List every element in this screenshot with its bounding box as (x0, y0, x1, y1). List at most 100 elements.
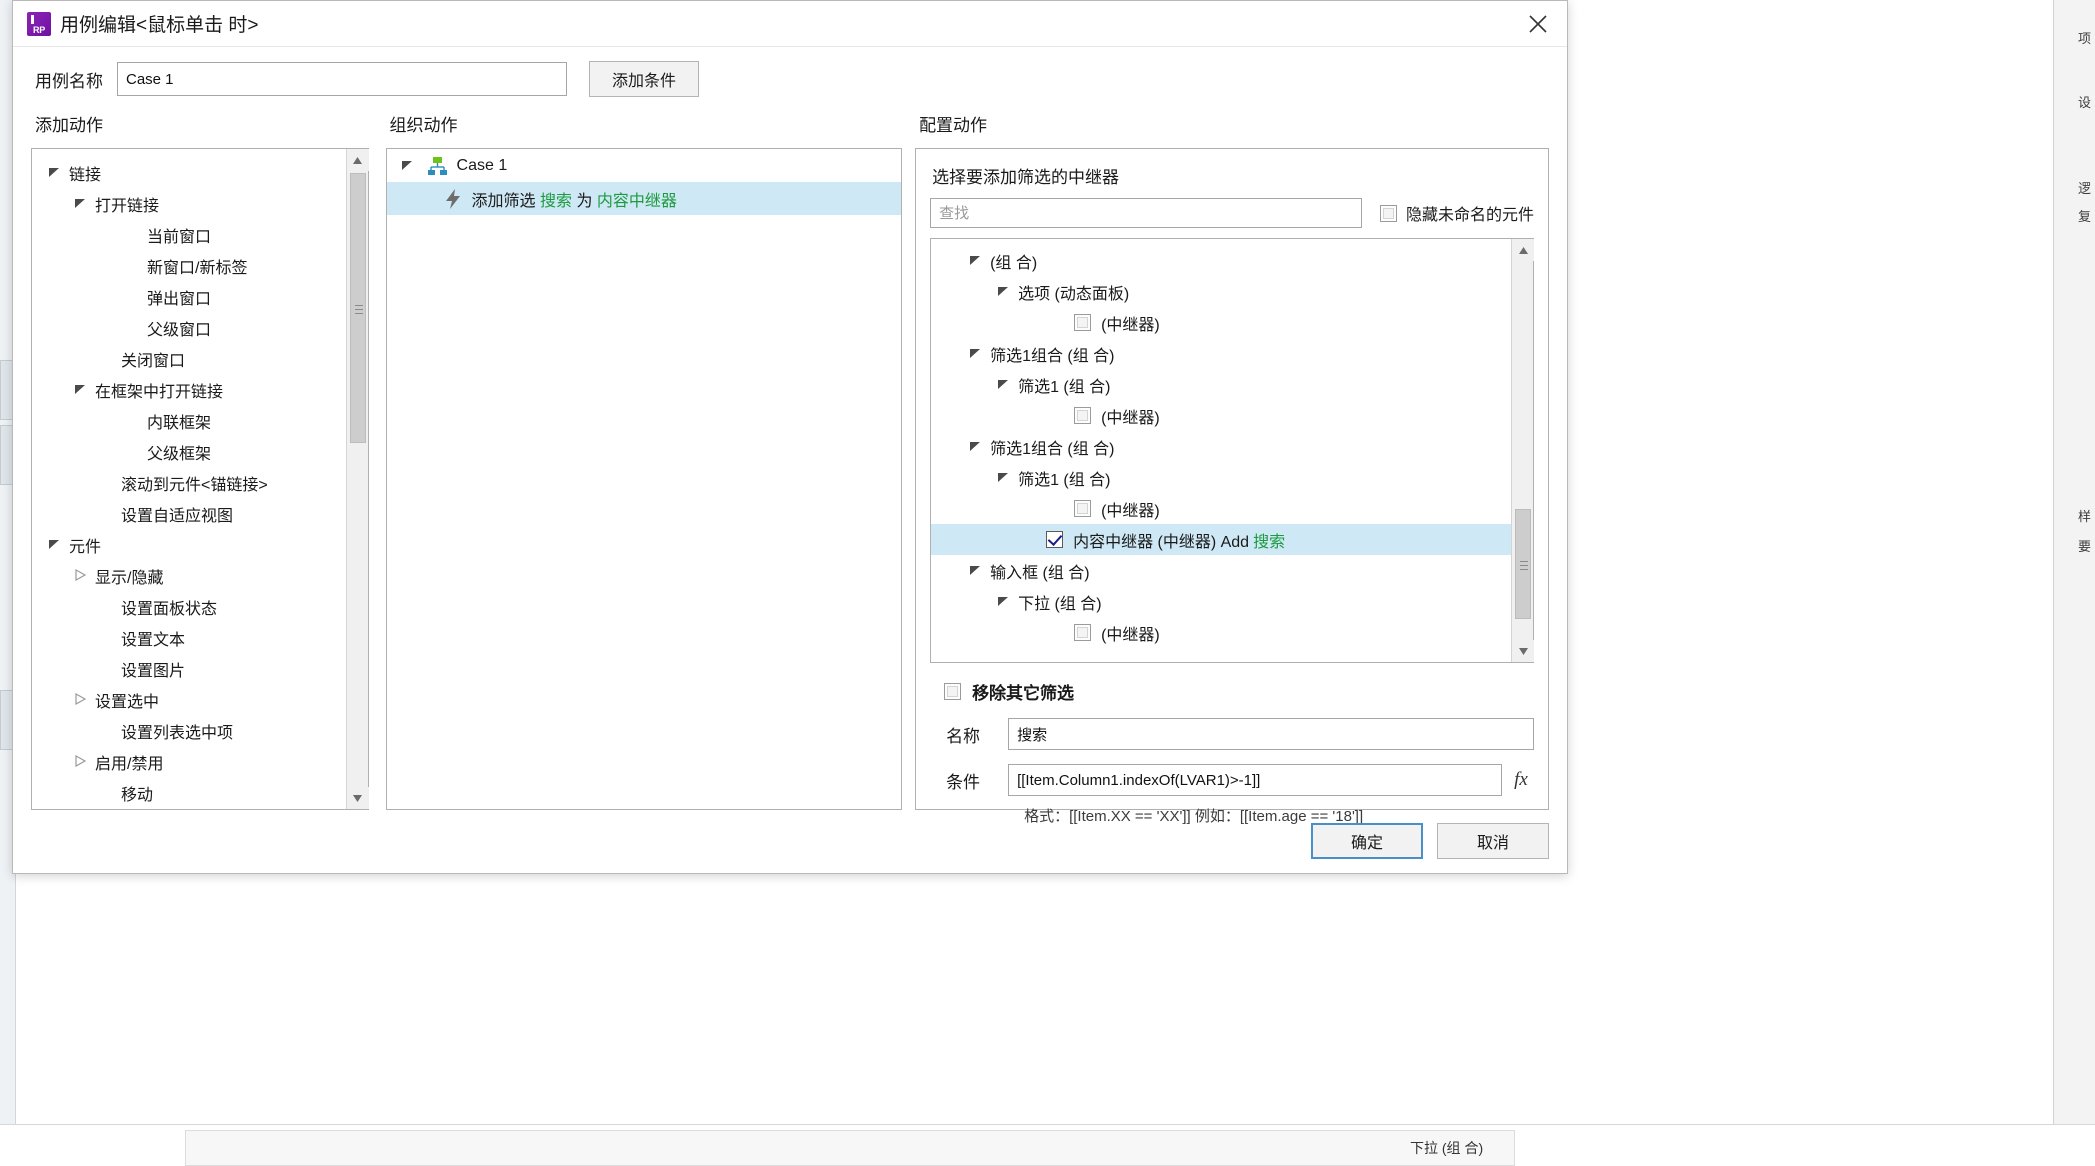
repeater-item-checkbox[interactable] (1074, 314, 1092, 331)
add-action-tree-item[interactable]: 显示/隐藏 (32, 560, 346, 591)
chevron-down-icon[interactable] (74, 383, 88, 397)
add-action-tree-item[interactable]: 设置自适应视图 (32, 498, 346, 529)
chevron-right-icon[interactable] (74, 754, 88, 769)
repeater-tree-item[interactable]: 筛选1 (组 合) (931, 369, 1511, 400)
filter-name-label: 名称 (946, 726, 981, 746)
close-icon[interactable] (1515, 6, 1561, 42)
hide-unnamed-checkbox[interactable] (1379, 204, 1397, 222)
add-action-tree-item[interactable]: 打开链接 (32, 188, 346, 219)
repeater-tree-item[interactable]: (中继器) (931, 400, 1511, 431)
case-tree-root-row[interactable]: Case 1 (387, 149, 902, 182)
add-action-tree-item[interactable]: 设置选中 (32, 684, 346, 715)
repeater-tree-item[interactable]: 筛选1组合 (组 合) (931, 338, 1511, 369)
chevron-down-icon[interactable] (74, 197, 88, 211)
remove-other-filters-checkbox[interactable] (944, 683, 962, 700)
filter-condition-input[interactable] (1008, 764, 1502, 796)
chevron-down-icon[interactable] (48, 166, 62, 180)
repeater-tree-item[interactable]: 内容中继器 (中继器) Add 搜索 (931, 524, 1511, 555)
repeater-tree-item-label: (中继器) (1101, 502, 1160, 520)
add-action-tree[interactable]: 链接打开链接当前窗口新窗口/新标签 弹出窗口 父级窗口 关闭窗口 在框架中打开链接 内联框… (32, 149, 346, 809)
repeater-tree-item[interactable]: (中继器) (931, 493, 1511, 524)
repeater-tree-item-label: 输入框 (组 合) (990, 564, 1090, 582)
case-tree-root-label: Case 1 (456, 156, 508, 174)
repeater-scrollbar[interactable] (1511, 239, 1534, 662)
add-action-scrollbar[interactable] (345, 149, 369, 809)
case-name-label: 用例名称 (35, 71, 103, 91)
repeater-tree-item[interactable]: (中继器) (931, 307, 1511, 338)
repeater-tree-item[interactable]: 输入框 (组 合) (931, 555, 1511, 586)
add-action-tree-item[interactable]: 当前窗口 (32, 219, 346, 250)
add-action-tree-item[interactable]: 元件 (32, 529, 346, 560)
scroll-up-icon[interactable] (1512, 239, 1534, 261)
chevron-right-icon[interactable] (74, 692, 88, 707)
add-action-tree-item-label: 设置选中 (95, 693, 160, 711)
case-name-input[interactable] (117, 62, 567, 96)
add-action-tree-item[interactable]: 设置图片 (32, 653, 346, 684)
add-action-tree-item[interactable]: 设置列表选中项 (32, 715, 346, 746)
add-action-tree-item-label: 当前窗口 (147, 228, 212, 246)
chevron-down-icon[interactable] (997, 595, 1011, 609)
chevron-down-icon[interactable] (401, 159, 415, 173)
add-action-tree-item[interactable]: 在框架中打开链接 (32, 374, 346, 405)
scroll-down-icon[interactable] (346, 787, 369, 809)
repeater-tree-item[interactable]: 筛选1组合 (组 合) (931, 431, 1511, 462)
filter-name-input[interactable] (1008, 718, 1534, 750)
add-action-tree-item[interactable]: 启用/禁用 (32, 746, 346, 777)
add-condition-button[interactable]: 添加条件 (589, 61, 699, 97)
background-right-label: 复 (2077, 209, 2091, 224)
chevron-down-icon[interactable] (969, 440, 983, 454)
remove-other-filters-label: 移除其它筛选 (972, 684, 1075, 703)
fx-icon[interactable]: fx (1508, 769, 1534, 791)
add-action-tree-item[interactable]: 设置面板状态 (32, 591, 346, 622)
add-action-tree-item-label: 设置列表选中项 (121, 724, 234, 742)
repeater-tree-item-label: 筛选1 (组 合) (1018, 378, 1111, 396)
add-action-tree-item[interactable]: 内联框架 (32, 405, 346, 436)
repeater-tree-item[interactable]: 筛选1 (组 合) (931, 462, 1511, 493)
repeater-item-checkbox[interactable] (1046, 531, 1064, 548)
add-action-tree-item[interactable]: 父级框架 (32, 436, 346, 467)
add-action-tree-item[interactable]: 新窗口/新标签 (32, 250, 346, 281)
add-action-tree-item[interactable]: 链接 (32, 157, 346, 188)
repeater-tree-item-label: 内容中继器 (中继器) Add (1073, 533, 1250, 551)
dialog-footer: 确定 取消 (1311, 823, 1549, 859)
filter-condition-label: 条件 (946, 772, 981, 792)
add-action-tree-item-label: 链接 (69, 166, 102, 184)
repeater-item-checkbox[interactable] (1074, 407, 1092, 424)
repeater-item-checkbox[interactable] (1074, 624, 1092, 641)
add-action-tree-item[interactable]: 父级窗口 (32, 312, 346, 343)
chevron-down-icon[interactable] (969, 564, 983, 578)
repeater-tree-panel: (组 合) 选项 (动态面板) (中继器) 筛选1组合 (组 合) 筛选1 (组 合) (… (930, 238, 1534, 663)
repeater-tree-item[interactable]: (组 合) (931, 245, 1511, 276)
remove-other-filters-row[interactable]: 移除其它筛选 (930, 679, 1534, 704)
add-action-tree-item[interactable]: 设置文本 (32, 622, 346, 653)
scroll-down-icon[interactable] (1512, 640, 1534, 662)
hide-unnamed-label: 隐藏未命名的元件 (1405, 207, 1534, 224)
chevron-down-icon[interactable] (997, 471, 1011, 485)
organize-action-row[interactable]: 添加筛选 搜索 为 内容中继器 (386, 182, 902, 215)
chevron-down-icon[interactable] (969, 254, 983, 268)
hide-unnamed-checkbox-wrapper[interactable]: 隐藏未命名的元件 (1379, 201, 1534, 225)
repeater-item-checkbox[interactable] (1074, 500, 1092, 517)
add-action-tree-item[interactable]: 滚动到元件<锚链接> (32, 467, 346, 498)
background-bottom-label: 下拉 (组 合) (1410, 1140, 1484, 1156)
scroll-up-icon[interactable] (346, 149, 369, 171)
chevron-down-icon[interactable] (48, 538, 62, 552)
chevron-down-icon[interactable] (997, 378, 1011, 392)
add-action-tree-item[interactable]: 关闭窗口 (32, 343, 346, 374)
repeater-tree-item-label: (中继器) (1101, 626, 1160, 644)
repeater-tree[interactable]: (组 合) 选项 (动态面板) (中继器) 筛选1组合 (组 合) 筛选1 (组 合) (… (931, 239, 1511, 662)
add-action-tree-item[interactable]: 弹出窗口 (32, 281, 346, 312)
repeater-scroll-thumb[interactable] (1515, 509, 1531, 619)
repeater-search-input[interactable] (930, 198, 1362, 228)
chevron-down-icon[interactable] (969, 347, 983, 361)
add-action-scroll-thumb[interactable] (349, 173, 366, 443)
chevron-down-icon[interactable] (997, 285, 1011, 299)
repeater-tree-item[interactable]: 选项 (动态面板) (931, 276, 1511, 307)
ok-button[interactable]: 确定 (1311, 823, 1423, 859)
repeater-tree-item[interactable]: 下拉 (组 合) (931, 586, 1511, 617)
cancel-button[interactable]: 取消 (1437, 823, 1549, 859)
dialog-columns: 添加动作 链接 打开链接 当前窗口 新窗口/新标签 弹出窗口 父级窗口 关闭窗口 在框架中打开… (13, 107, 1567, 825)
add-action-tree-item[interactable]: 移动 (32, 777, 346, 808)
chevron-right-icon[interactable] (74, 568, 88, 583)
repeater-tree-item[interactable]: (中继器) (931, 617, 1511, 648)
